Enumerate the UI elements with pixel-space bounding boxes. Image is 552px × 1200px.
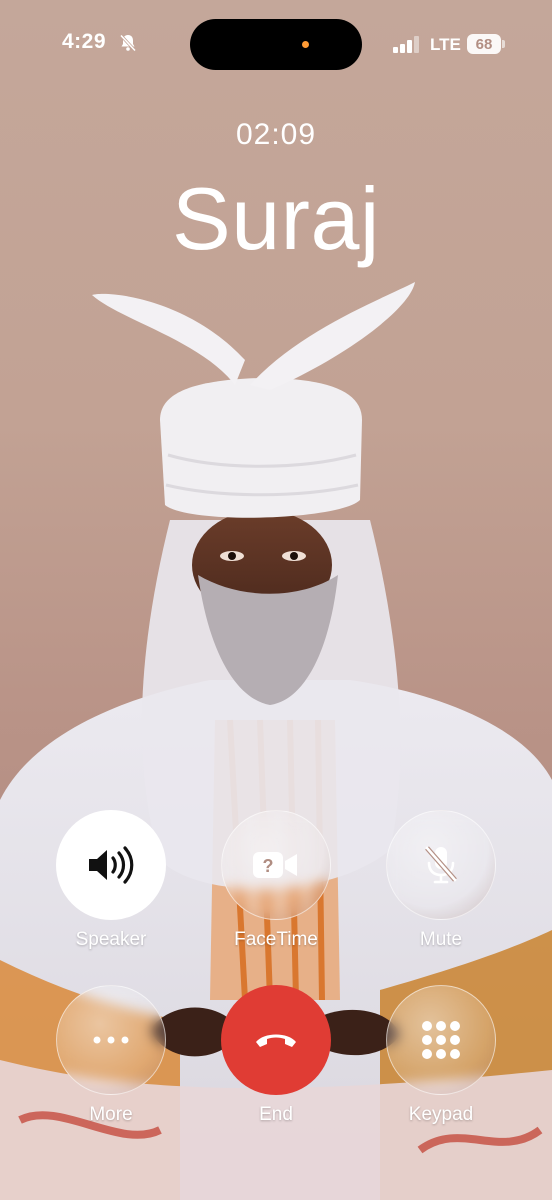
facetime-label: FaceTime xyxy=(234,929,318,950)
keypad-button[interactable] xyxy=(386,985,496,1095)
status-bar: 4:29 LTE 68 xyxy=(0,0,552,90)
speaker-button[interactable] xyxy=(56,810,166,920)
keypad-icon xyxy=(422,1021,460,1059)
facetime-button[interactable]: ? xyxy=(221,810,331,920)
more-icon xyxy=(93,1036,129,1044)
end-call-icon xyxy=(256,1034,296,1047)
more-label: More xyxy=(89,1104,133,1125)
signal-icon xyxy=(393,36,419,53)
speaker-label: Speaker xyxy=(75,929,147,950)
caller-name: Suraj xyxy=(172,169,380,268)
end-label: End xyxy=(259,1104,293,1125)
call-duration: 02:09 xyxy=(235,118,317,151)
silent-bell-icon xyxy=(119,34,137,52)
facetime-icon: ? xyxy=(253,852,297,878)
battery-indicator: 68 xyxy=(467,34,501,54)
mic-indicator-dot xyxy=(302,41,309,48)
more-button[interactable] xyxy=(56,985,166,1095)
mute-label: Mute xyxy=(419,929,463,950)
status-time: 4:29 xyxy=(62,30,107,53)
mute-button[interactable] xyxy=(386,810,496,920)
speaker-icon xyxy=(89,846,134,884)
carrier-label: LTE xyxy=(430,35,461,54)
svg-text:?: ? xyxy=(263,856,274,876)
end-call-button[interactable] xyxy=(221,985,331,1095)
battery-cap xyxy=(502,40,505,48)
dynamic-island xyxy=(190,19,362,70)
mic-off-icon xyxy=(425,846,457,884)
keypad-label: Keypad xyxy=(408,1104,474,1125)
